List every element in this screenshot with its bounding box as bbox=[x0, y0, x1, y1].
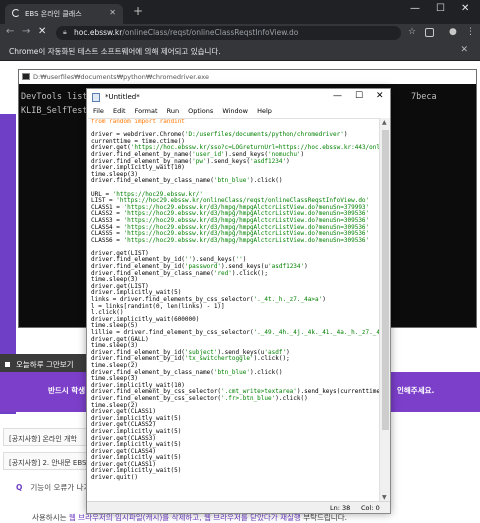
checkbox-icon bbox=[5, 362, 10, 367]
console-line-1-tail: 7beca bbox=[411, 92, 437, 102]
faq-q-mark: Q bbox=[16, 483, 23, 492]
menu-run[interactable]: Run bbox=[167, 107, 179, 115]
editor-icon bbox=[92, 93, 100, 102]
console-title: D:₩userfiles₩documents₩python₩chromedriv… bbox=[33, 73, 209, 81]
notice-item-2[interactable]: [공지사항] 2. 안내문 EBS bbox=[3, 452, 93, 470]
editor-text-area[interactable]: from random import randint driver = webd… bbox=[88, 118, 380, 502]
minimize-button[interactable]: — bbox=[410, 3, 420, 14]
menu-window[interactable]: Window bbox=[222, 107, 248, 115]
star-icon[interactable]: ☆ bbox=[408, 27, 416, 37]
editor-vertical-scrollbar[interactable]: ▲ ▼ bbox=[379, 118, 390, 502]
close-tab-icon[interactable]: ✕ bbox=[109, 8, 116, 17]
menu-format[interactable]: Format bbox=[135, 107, 158, 115]
url-input[interactable]: 🔒︎ hoc.ebssw.kr/onlineClass/reqst/online… bbox=[56, 26, 401, 40]
menu-file[interactable]: File bbox=[93, 107, 104, 115]
close-infobar-icon[interactable]: ✕ bbox=[460, 45, 468, 55]
lock-icon: 🔒︎ bbox=[63, 28, 67, 36]
console-icon bbox=[22, 73, 30, 80]
editor-titlebar[interactable]: *Untitled* — ☐ ✕ bbox=[87, 89, 390, 106]
browser-tab[interactable]: EBS 온라인 클래스 ✕ bbox=[5, 4, 123, 24]
stop-icon[interactable]: ✕ bbox=[38, 26, 46, 37]
code-line: CLASS6 = 'https://hoc29.ebssw.kr/d3/hmpg… bbox=[91, 236, 370, 244]
forward-icon[interactable]: → bbox=[22, 26, 30, 37]
extension-icon[interactable] bbox=[425, 28, 434, 37]
tab-title: EBS 온라인 클래스 bbox=[25, 10, 82, 18]
editor-title: *Untitled* bbox=[105, 93, 140, 101]
code-line: l = links[randint(0, len(links) - 1)] bbox=[91, 302, 225, 310]
code-line: from random import randint bbox=[91, 118, 185, 125]
scroll-up-icon[interactable]: ▲ bbox=[382, 119, 387, 126]
maximize-button[interactable]: ☐ bbox=[436, 3, 445, 14]
url-host: hoc.ebssw.kr bbox=[74, 28, 123, 37]
editor-maximize-button[interactable]: ☐ bbox=[355, 91, 363, 101]
infobar-text: Chrome이 자동화된 테스트 소프트웨어에 의해 제어되고 있습니다. bbox=[9, 47, 221, 56]
menu-help[interactable]: Help bbox=[257, 107, 272, 115]
back-icon[interactable]: ← bbox=[6, 26, 14, 37]
editor-statusbar: Ln: 38 Col: 0 bbox=[87, 501, 390, 513]
code-line: driver.quit() bbox=[91, 474, 138, 482]
menu-icon[interactable]: ⋮ bbox=[466, 27, 475, 37]
browser-tab-bar: EBS 온라인 클래스 ✕ + — ☐ ✕ bbox=[0, 0, 480, 24]
notice-item-1[interactable]: [공지사항] 온라인 개학 bbox=[3, 428, 93, 446]
new-tab-button[interactable]: + bbox=[133, 4, 143, 18]
menu-options[interactable]: Options bbox=[188, 107, 213, 115]
editor-menubar: File Edit Format Run Options Window Help bbox=[87, 106, 390, 118]
console-titlebar[interactable]: D:₩userfiles₩documents₩python₩chromedriv… bbox=[19, 70, 476, 84]
menu-edit[interactable]: Edit bbox=[113, 107, 126, 115]
address-bar-row: ← → ✕ 🔒︎ hoc.ebssw.kr/onlineClass/reqst/… bbox=[0, 24, 480, 41]
loading-icon bbox=[12, 9, 20, 17]
url-path: /onlineClass/reqst/onlineClassReqstInfoV… bbox=[122, 28, 299, 37]
banner-text-left: 반드시 학생 bbox=[48, 386, 86, 395]
close-window-button[interactable]: ✕ bbox=[461, 3, 469, 14]
account-icon[interactable]: ● bbox=[449, 27, 457, 37]
banner-text-right: 인해주세요. bbox=[397, 386, 435, 395]
code-lines: from random import randint driver = webd… bbox=[91, 119, 380, 482]
editor-minimize-button[interactable]: — bbox=[333, 91, 342, 101]
cursor-line: Ln: 38 bbox=[330, 504, 351, 512]
cursor-col: Col: 0 bbox=[361, 504, 380, 512]
editor-window[interactable]: *Untitled* — ☐ ✕ File Edit Format Run Op… bbox=[86, 88, 391, 514]
scroll-thumb[interactable] bbox=[382, 130, 389, 430]
code-line: driver.find_element_by_class_name('btn_b… bbox=[91, 177, 283, 185]
editor-close-button[interactable]: ✕ bbox=[376, 91, 384, 101]
automation-infobar: Chrome이 자동화된 테스트 소프트웨어에 의해 제어되고 있습니다. ✕ bbox=[0, 41, 480, 61]
scroll-down-icon[interactable]: ▼ bbox=[382, 494, 387, 501]
